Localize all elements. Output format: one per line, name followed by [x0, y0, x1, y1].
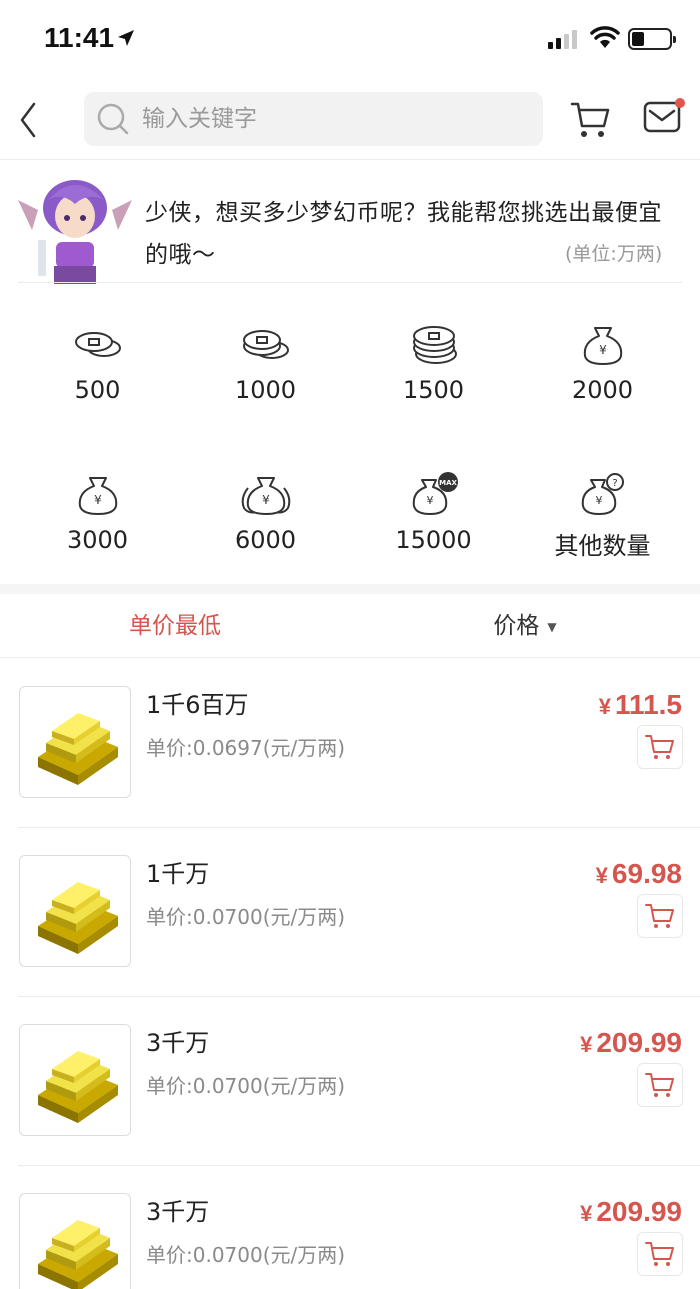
amount-label: 2000 — [571, 376, 634, 404]
product-item[interactable]: 1千6百万 单价:0.0697(元/万两) ¥111.5 — [0, 659, 700, 828]
notification-dot — [675, 98, 685, 108]
svg-text:?: ? — [612, 478, 617, 489]
cart-icon — [645, 735, 674, 759]
price-value: 111.5 — [615, 689, 682, 720]
cart-icon — [645, 1073, 674, 1097]
price-value: 69.98 — [611, 858, 682, 889]
tip-unit-note: (单位:万两) — [565, 243, 663, 265]
gold-bars-icon — [38, 882, 118, 954]
amount-label: 500 — [74, 376, 121, 404]
amount-option-1000[interactable]: 1000 — [178, 284, 353, 434]
sort-lowest-label: 单价最低 — [129, 613, 221, 639]
product-unit-price: 单价:0.0697(元/万两) — [146, 736, 346, 760]
product-name: 3千万 — [146, 1029, 210, 1057]
location-arrow-icon — [118, 30, 134, 46]
product-name: 1千万 — [146, 860, 210, 888]
product-thumbnail — [19, 1193, 131, 1289]
add-to-cart-button[interactable] — [637, 1063, 683, 1107]
product-price: ¥209.99 — [580, 1196, 682, 1228]
coins-stack-icon — [413, 326, 457, 364]
svg-text:¥: ¥ — [596, 494, 603, 507]
money-bag-question-icon: ¥ ? — [581, 473, 624, 515]
section-divider — [0, 584, 700, 594]
amount-grid: 500 1000 1500 ¥ 2000 ¥ 3000 ¥ 6000 ¥ MAX… — [0, 284, 700, 584]
money-bag-icon: ¥ — [78, 477, 118, 515]
amount-label: 其他数量 — [554, 532, 651, 560]
cart-icon — [645, 904, 674, 928]
amount-option-1500[interactable]: 1500 — [346, 284, 521, 434]
amount-option-3000[interactable]: ¥ 3000 — [10, 434, 185, 584]
sort-price-label: 价格 — [493, 613, 540, 639]
gold-bars-icon — [38, 1051, 118, 1123]
svg-text:MAX: MAX — [439, 479, 457, 487]
amount-option-500[interactable]: 500 — [10, 284, 185, 434]
character-avatar-icon — [18, 180, 132, 284]
add-to-cart-button[interactable] — [637, 894, 683, 938]
add-to-cart-button[interactable] — [637, 725, 683, 769]
sort-lowest-unit-price[interactable]: 单价最低 — [0, 594, 350, 658]
product-thumbnail — [19, 686, 131, 798]
currency-symbol: ¥ — [595, 863, 608, 888]
back-arrow-icon[interactable] — [14, 98, 44, 142]
product-name: 1千6百万 — [146, 691, 249, 719]
svg-text:¥: ¥ — [94, 493, 102, 507]
add-to-cart-button[interactable] — [637, 1232, 683, 1276]
currency-symbol: ¥ — [580, 1201, 593, 1226]
money-bag-max-icon: ¥ MAX — [412, 472, 458, 515]
search-box[interactable] — [84, 92, 543, 146]
product-item[interactable]: 3千万 单价:0.0700(元/万两) ¥209.99 — [0, 1166, 700, 1289]
product-item[interactable]: 3千万 单价:0.0700(元/万两) ¥209.99 — [0, 997, 700, 1166]
product-unit-price: 单价:0.0700(元/万两) — [146, 1074, 346, 1098]
shopping-cart-icon[interactable] — [570, 100, 612, 140]
price-value: 209.99 — [596, 1027, 682, 1058]
product-item[interactable]: 1千万 单价:0.0700(元/万两) ¥69.98 — [0, 828, 700, 997]
money-bag-icon: ¥ — [583, 327, 623, 365]
gold-bars-icon — [38, 1220, 118, 1289]
tip-banner: 少侠，想买多少梦幻币呢？我能帮您挑选出最便宜的哦～ (单位:万两) — [0, 162, 700, 284]
amount-label: 15000 — [395, 526, 472, 554]
sort-price[interactable]: 价格 ▼ — [350, 594, 700, 658]
sort-bar: 单价最低 价格 ▼ — [0, 594, 700, 658]
coins-medium-icon — [243, 330, 289, 359]
caret-down-icon: ▼ — [547, 619, 557, 634]
status-bar: 11:41 — [0, 0, 700, 80]
coins-small-icon — [75, 332, 121, 357]
product-price: ¥69.98 — [596, 858, 682, 890]
amount-label: 6000 — [234, 526, 297, 554]
gold-bars-icon — [38, 713, 118, 785]
currency-symbol: ¥ — [580, 1032, 593, 1057]
amount-option-6000[interactable]: ¥ 6000 — [178, 434, 353, 584]
svg-text:¥: ¥ — [599, 343, 607, 357]
product-price: ¥209.99 — [580, 1027, 682, 1059]
cellular-signal-icon — [548, 30, 577, 49]
money-bags-icon: ¥ — [241, 477, 291, 515]
amount-option-2000[interactable]: ¥ 2000 — [515, 284, 690, 434]
battery-icon — [628, 28, 676, 50]
product-thumbnail — [19, 855, 131, 967]
amount-option-15000[interactable]: ¥ MAX 15000 — [346, 434, 521, 584]
amount-option-other[interactable]: ¥ ? 其他数量 — [515, 434, 690, 584]
product-unit-price: 单价:0.0700(元/万两) — [146, 905, 346, 929]
price-value: 209.99 — [596, 1196, 682, 1227]
currency-symbol: ¥ — [598, 694, 612, 719]
product-price: ¥111.5 — [599, 689, 682, 721]
search-icon — [97, 103, 129, 135]
product-unit-price: 单价:0.0700(元/万两) — [146, 1243, 346, 1267]
product-name: 3千万 — [146, 1198, 210, 1226]
amount-label: 3000 — [66, 526, 129, 554]
search-input[interactable] — [142, 106, 522, 132]
svg-text:¥: ¥ — [262, 493, 270, 507]
cart-icon — [645, 1242, 674, 1266]
svg-text:¥: ¥ — [427, 494, 434, 507]
header — [0, 80, 700, 160]
wifi-icon — [590, 26, 620, 48]
amount-label: 1500 — [402, 376, 465, 404]
amount-label: 1000 — [234, 376, 297, 404]
status-time: 11:41 — [44, 22, 115, 53]
divider — [18, 282, 682, 283]
product-list: 1千6百万 单价:0.0697(元/万两) ¥111.5 1千万 单价:0.07… — [0, 659, 700, 1289]
product-thumbnail — [19, 1024, 131, 1136]
